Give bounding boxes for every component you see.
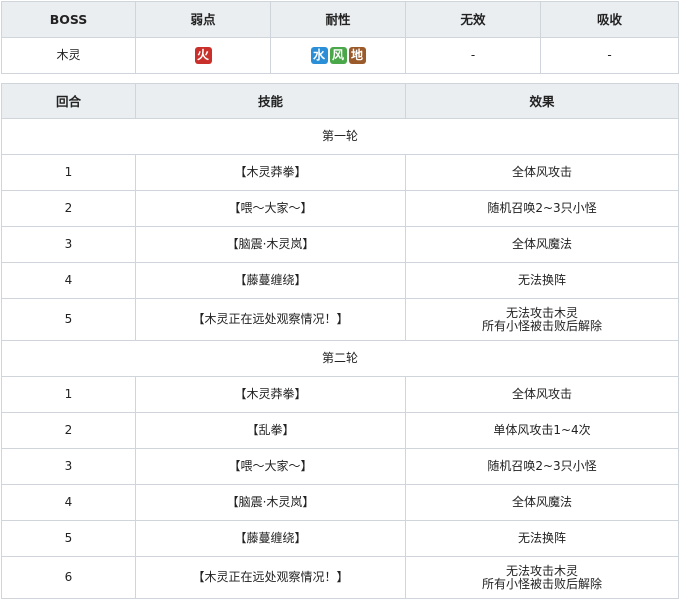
table-row: 5 【藤蔓缠绕】 无法换阵 <box>1 520 679 557</box>
turn-number: 4 <box>1 484 136 521</box>
turn-number: 2 <box>1 190 136 227</box>
effect-line: 所有小怪被击败后解除 <box>481 318 602 333</box>
header-skill: 技能 <box>135 83 406 119</box>
round-title-row: 第二轮 <box>1 340 679 377</box>
skill-effect: 无法换阵 <box>405 520 679 557</box>
skill-name: 【喂～大家～】 <box>135 190 406 227</box>
skill-name: 【乱拳】 <box>135 412 406 449</box>
table-row: 1 【木灵莽拳】 全体风攻击 <box>1 376 679 413</box>
header-absorb: 吸收 <box>540 1 679 38</box>
round-title-row: 第一轮 <box>1 118 679 155</box>
skill-name: 【木灵莽拳】 <box>135 154 406 191</box>
skill-effect: 全体风攻击 <box>405 376 679 413</box>
turn-number: 3 <box>1 448 136 485</box>
skill-effect: 全体风攻击 <box>405 154 679 191</box>
round-title: 第一轮 <box>1 118 679 155</box>
skill-header-row: 回合 技能 效果 <box>1 83 679 119</box>
skill-effect: 随机召唤2~3只小怪 <box>405 190 679 227</box>
table-row: 1 【木灵莽拳】 全体风攻击 <box>1 154 679 191</box>
effect-line: 无法攻击木灵 <box>505 563 578 578</box>
absorb-cell: - <box>540 37 679 74</box>
table-row: 4 【脑震·木灵岚】 全体风魔法 <box>1 484 679 521</box>
boss-row: 木灵 火 水风地 - - <box>1 37 679 74</box>
boss-info-table: BOSS 弱点 耐性 无效 吸收 木灵 火 水风地 - - <box>1 1 679 74</box>
skill-effect: 无法攻击木灵 所有小怪被击败后解除 <box>405 556 679 599</box>
round-title: 第二轮 <box>1 340 679 377</box>
skill-name: 【木灵正在远处观察情况！】 <box>135 298 406 341</box>
skill-effect: 无法攻击木灵 所有小怪被击败后解除 <box>405 298 679 341</box>
skill-name: 【木灵正在远处观察情况！】 <box>135 556 406 599</box>
header-turn: 回合 <box>1 83 136 119</box>
turn-number: 2 <box>1 412 136 449</box>
water-element-icon: 水 <box>310 47 328 64</box>
skill-effect: 全体风魔法 <box>405 226 679 263</box>
turn-number: 5 <box>1 298 136 341</box>
turn-number: 4 <box>1 262 136 299</box>
skill-effect: 单体风攻击1~4次 <box>405 412 679 449</box>
skill-name: 【喂～大家～】 <box>135 448 406 485</box>
skill-name: 【脑震·木灵岚】 <box>135 484 406 521</box>
earth-element-icon: 地 <box>348 47 366 64</box>
boss-name: 木灵 <box>1 37 136 74</box>
header-null: 无效 <box>405 1 541 38</box>
table-row: 3 【喂～大家～】 随机召唤2~3只小怪 <box>1 448 679 485</box>
wind-element-icon: 风 <box>329 47 347 64</box>
header-boss: BOSS <box>1 1 136 38</box>
skill-name: 【藤蔓缠绕】 <box>135 262 406 299</box>
turn-number: 5 <box>1 520 136 557</box>
table-row: 2 【乱拳】 单体风攻击1~4次 <box>1 412 679 449</box>
header-weak: 弱点 <box>135 1 271 38</box>
effect-line: 无法攻击木灵 <box>505 305 578 320</box>
table-row: 5 【木灵正在远处观察情况！】 无法攻击木灵 所有小怪被击败后解除 <box>1 298 679 341</box>
skill-effect: 无法换阵 <box>405 262 679 299</box>
header-resist: 耐性 <box>270 1 406 38</box>
weakness-cell: 火 <box>135 37 271 74</box>
skill-name: 【藤蔓缠绕】 <box>135 520 406 557</box>
skill-effect: 全体风魔法 <box>405 484 679 521</box>
null-cell: - <box>405 37 541 74</box>
table-row: 3 【脑震·木灵岚】 全体风魔法 <box>1 226 679 263</box>
table-row: 2 【喂～大家～】 随机召唤2~3只小怪 <box>1 190 679 227</box>
turn-number: 1 <box>1 376 136 413</box>
turn-number: 1 <box>1 154 136 191</box>
skill-rotation-table: 回合 技能 效果 第一轮 1 【木灵莽拳】 全体风攻击 2 【喂～大家～】 随机… <box>1 83 679 599</box>
effect-line: 所有小怪被击败后解除 <box>481 576 602 591</box>
header-effect: 效果 <box>405 83 679 119</box>
skill-name: 【木灵莽拳】 <box>135 376 406 413</box>
boss-header-row: BOSS 弱点 耐性 无效 吸收 <box>1 1 679 38</box>
table-row: 4 【藤蔓缠绕】 无法换阵 <box>1 262 679 299</box>
turn-number: 6 <box>1 556 136 599</box>
turn-number: 3 <box>1 226 136 263</box>
fire-element-icon: 火 <box>194 47 212 64</box>
table-row: 6 【木灵正在远处观察情况！】 无法攻击木灵 所有小怪被击败后解除 <box>1 556 679 599</box>
resist-cell: 水风地 <box>270 37 406 74</box>
skill-name: 【脑震·木灵岚】 <box>135 226 406 263</box>
skill-effect: 随机召唤2~3只小怪 <box>405 448 679 485</box>
